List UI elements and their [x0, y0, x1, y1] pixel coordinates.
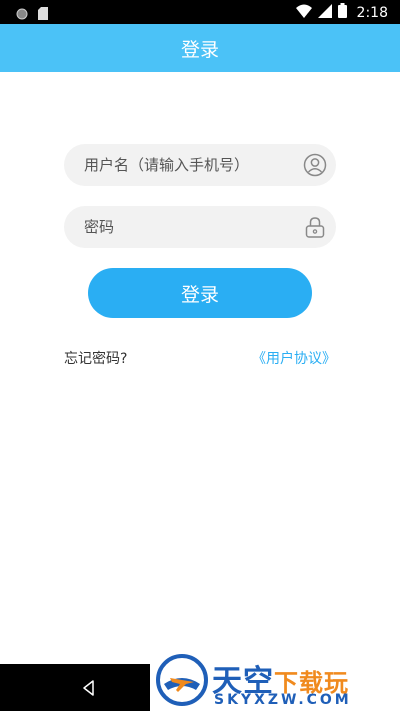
- battery-icon: [337, 3, 347, 22]
- plane-logo-icon: [156, 654, 208, 710]
- login-button[interactable]: 登录: [88, 268, 312, 318]
- sd-card-icon: [38, 5, 48, 24]
- wifi-icon: x: [295, 3, 312, 22]
- lock-icon: [303, 215, 327, 239]
- notification-dot-icon: [16, 5, 28, 24]
- password-input[interactable]: [84, 218, 284, 236]
- user-agreement-link[interactable]: 《用户协议》: [252, 348, 336, 368]
- page-title: 登录: [180, 38, 219, 61]
- svg-text:x: x: [307, 12, 311, 18]
- signal-icon: [317, 3, 332, 22]
- app-bar: 登录: [0, 24, 400, 72]
- status-time: 2:18: [356, 4, 388, 21]
- watermark-logo: 天空下载玩 SKYXZW.COM: [150, 652, 400, 711]
- username-input[interactable]: [84, 156, 284, 174]
- navigation-bar: [0, 664, 150, 711]
- forgot-password-link[interactable]: 忘记密码?: [64, 348, 127, 368]
- back-triangle-icon[interactable]: [80, 679, 98, 697]
- watermark-domain: SKYXZW.COM: [214, 692, 352, 708]
- status-bar: x 2:18: [0, 0, 400, 24]
- person-circle-icon: [303, 153, 327, 177]
- password-field-container[interactable]: [64, 206, 336, 248]
- username-field-container[interactable]: [64, 144, 336, 186]
